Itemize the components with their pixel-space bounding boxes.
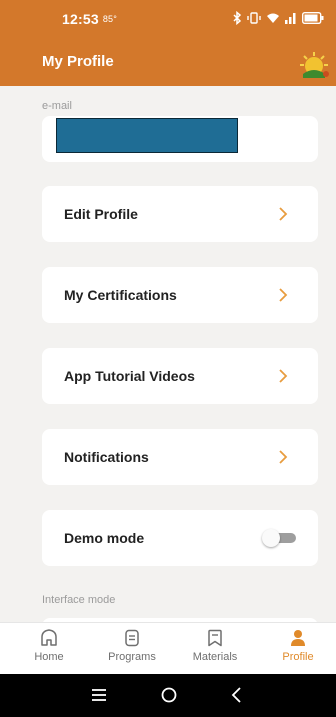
person-icon — [291, 630, 305, 646]
status-bar: 12:53 85° — [0, 0, 336, 38]
profile-logo-icon[interactable] — [298, 48, 330, 80]
profile-content: e-mail Edit Profile My Certifications Ap… — [0, 86, 336, 622]
edit-profile-button[interactable]: Edit Profile — [42, 186, 318, 242]
interface-mode-label: Interface mode — [42, 594, 116, 606]
back-icon[interactable] — [228, 686, 246, 704]
demo-mode-label: Demo mode — [64, 530, 145, 546]
nav-profile-label: Profile — [282, 651, 314, 663]
signal-icon — [285, 13, 296, 24]
materials-icon — [208, 629, 222, 647]
status-time: 12:53 85° — [62, 11, 118, 27]
email-card — [42, 116, 318, 162]
email-label: e-mail — [42, 100, 72, 112]
notifications-label: Notifications — [64, 449, 149, 465]
programs-icon — [125, 629, 139, 647]
email-redaction — [56, 118, 238, 153]
nav-programs[interactable]: Programs — [97, 628, 167, 663]
toggle-knob — [262, 529, 280, 547]
chevron-right-icon — [279, 288, 288, 302]
status-icons — [232, 11, 324, 25]
chevron-right-icon — [279, 207, 288, 221]
chevron-right-icon — [279, 369, 288, 383]
recent-apps-icon[interactable] — [90, 686, 108, 704]
app-bar: My Profile — [0, 38, 336, 86]
my-certifications-button[interactable]: My Certifications — [42, 267, 318, 323]
wifi-icon — [267, 13, 279, 23]
my-certifications-label: My Certifications — [64, 287, 177, 303]
nav-home-label: Home — [34, 651, 64, 663]
demo-mode-toggle[interactable] — [262, 529, 298, 547]
notifications-button[interactable]: Notifications — [42, 429, 318, 485]
status-temp: 85° — [102, 14, 118, 24]
home-icon — [41, 629, 57, 646]
nav-profile[interactable]: Profile — [263, 628, 333, 663]
nav-materials[interactable]: Materials — [180, 628, 250, 663]
bluetooth-icon — [233, 11, 242, 25]
home-button-icon[interactable] — [160, 686, 178, 704]
chevron-right-icon — [279, 450, 288, 464]
app-tutorial-videos-button[interactable]: App Tutorial Videos — [42, 348, 318, 404]
battery-icon — [302, 12, 324, 24]
bottom-nav: Home Programs Materials Profile — [0, 622, 336, 675]
system-nav-bar — [0, 674, 336, 717]
demo-mode-row: Demo mode — [42, 510, 318, 566]
nav-materials-label: Materials — [192, 651, 238, 663]
nav-home[interactable]: Home — [14, 628, 84, 663]
edit-profile-label: Edit Profile — [64, 206, 138, 222]
app-tutorial-videos-label: App Tutorial Videos — [64, 368, 195, 384]
nav-programs-label: Programs — [108, 651, 156, 663]
vibrate-icon — [247, 12, 261, 24]
page-title: My Profile — [42, 53, 114, 70]
